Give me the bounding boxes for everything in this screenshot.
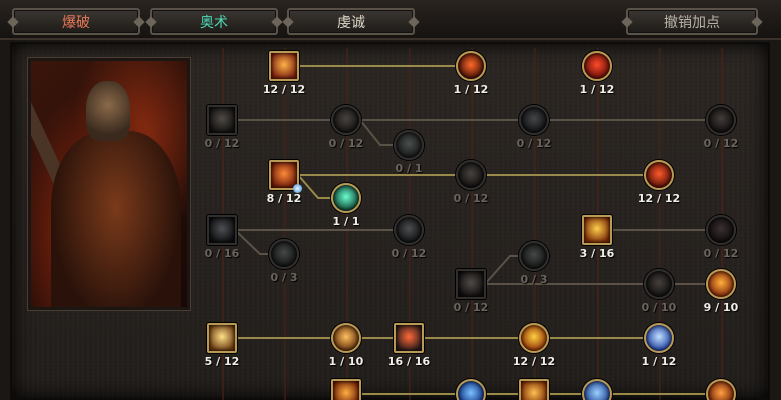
rifle-icon [331,105,361,135]
skill-points-label: 8 / 12 [266,192,302,205]
skill-r7-d[interactable] [582,379,612,400]
skill-points-label: 1 / 12 [453,83,489,96]
skill-points-label: 12 / 12 [262,83,306,96]
lightning-icon [582,379,612,400]
skill-r5-c[interactable]: 0 / 10 [642,269,676,314]
bullet-icon [207,105,237,135]
skill-r7-e[interactable] [706,379,736,400]
skill-r3-b[interactable]: 0 / 12 [454,160,488,205]
skill-r6-c[interactable]: 16 / 16 [388,323,430,368]
skill-points-label: 5 / 12 [204,355,240,368]
inferno-icon [706,269,736,299]
skill-r3-c[interactable]: 12 / 12 [638,160,680,205]
torch-icon [331,323,361,353]
skill-r6-b[interactable]: 1 / 10 [329,323,363,368]
ice-icon [207,215,237,245]
skill-r2-a[interactable]: 0 / 12 [205,105,239,150]
bomb-icon [394,323,424,353]
skill-points-label: 0 / 1 [395,162,423,175]
frost-icon [394,215,424,245]
skill-points-label: 0 / 12 [453,301,489,314]
shot-icon [456,160,486,190]
skill-points-label: 0 / 3 [520,273,548,286]
skill-points-label: 0 / 12 [703,247,739,260]
spirit-icon [519,241,549,271]
rune-glow-icon [331,183,361,213]
flame-icon [582,51,612,81]
skill-r7-a[interactable] [331,379,361,400]
skill-r4-a[interactable]: 0 / 16 [205,215,239,260]
blast-icon [519,379,549,400]
hammer-icon [456,269,486,299]
skill-r5-b[interactable]: 0 / 3 [519,241,549,286]
skill-r2-c[interactable]: 0 / 1 [394,130,424,175]
skill-points-label: 1 / 10 [328,355,364,368]
skill-points-label: 0 / 12 [516,137,552,150]
skill-points-label: 0 / 12 [328,137,364,150]
blade-icon [519,105,549,135]
skill-points-label: 9 / 10 [703,301,739,314]
skill-points-label: 0 / 12 [391,247,427,260]
skill-r4-c[interactable]: 0 / 3 [269,239,299,284]
skill-points-label: 0 / 12 [453,192,489,205]
fire-ring-icon [456,51,486,81]
skill-r4-b[interactable]: 0 / 12 [392,215,426,260]
skill-r6-a[interactable]: 5 / 12 [205,323,239,368]
skill-r7-b[interactable] [456,379,486,400]
skill-points-label: 0 / 10 [641,301,677,314]
arcane-star-icon [644,323,674,353]
skill-r4-e[interactable]: 0 / 12 [704,215,738,260]
skill-points-label: 0 / 12 [204,137,240,150]
skill-points-label: 0 / 16 [204,247,240,260]
skill-r7-c[interactable] [519,379,549,400]
ember-icon [706,379,736,400]
skill-points-label: 12 / 12 [512,355,556,368]
skill-r6-d[interactable]: 12 / 12 [513,323,555,368]
skill-r1-c[interactable]: 1 / 12 [580,51,614,96]
skill-points-label: 16 / 16 [387,355,431,368]
skill-points-label: 3 / 16 [579,247,615,260]
skill-points-label: 1 / 12 [579,83,615,96]
skill-r5-d[interactable]: 9 / 10 [704,269,738,314]
skill-r2-b[interactable]: 0 / 12 [329,105,363,150]
skill-points-label: 0 / 12 [703,137,739,150]
blue-orb-icon [456,379,486,400]
skill-r5-a[interactable]: 0 / 12 [454,269,488,314]
skill-r1-b[interactable]: 1 / 12 [454,51,488,96]
explosion-icon [519,323,549,353]
skill-r6-e[interactable]: 1 / 12 [642,323,676,368]
skill-points-label: 1 / 12 [641,355,677,368]
skill-r1-a[interactable]: 12 / 12 [263,51,305,96]
fire-wave-icon [331,379,361,400]
totem-icon [644,269,674,299]
flame-crest-icon [644,160,674,190]
skill-r2-e[interactable]: 0 / 12 [704,105,738,150]
blood-icon [706,215,736,245]
skill-r3-d[interactable]: 1 / 1 [331,183,361,228]
claw-icon [706,105,736,135]
skill-r4-d[interactable]: 3 / 16 [580,215,614,260]
wisp-icon [269,239,299,269]
skill-points-label: 1 / 1 [332,215,360,228]
skill-r2-d[interactable]: 0 / 12 [517,105,551,150]
skill-points-label: 0 / 3 [270,271,298,284]
fire-burst-icon [269,51,299,81]
pillar-fire-icon [582,215,612,245]
rune-icon [394,130,424,160]
skill-points-label: 12 / 12 [637,192,681,205]
cannon-icon [207,323,237,353]
skill-r3-a[interactable]: 8 / 12 [267,160,302,205]
